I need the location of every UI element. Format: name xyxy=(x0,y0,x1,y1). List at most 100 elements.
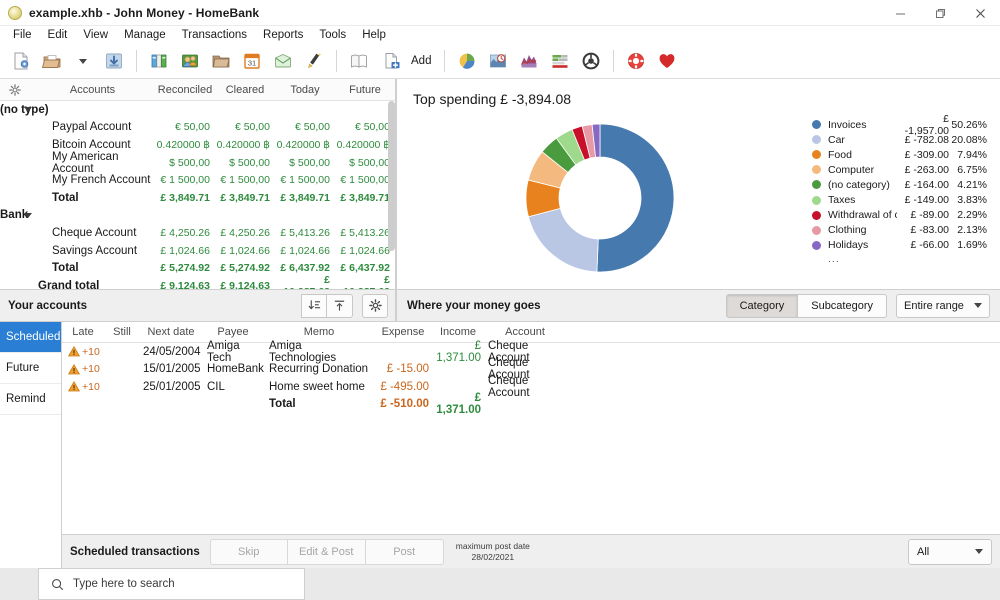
budget-button[interactable] xyxy=(268,46,298,76)
col-accounts[interactable]: Accounts xyxy=(30,84,155,96)
collapse-all-button[interactable] xyxy=(327,293,353,318)
balance-button[interactable] xyxy=(514,46,544,76)
account-row[interactable]: Savings Account £ 1,024.66 £ 1,024.66 £ 1,0… xyxy=(0,242,395,260)
column-settings-icon[interactable] xyxy=(0,83,30,96)
post-button[interactable]: Post xyxy=(365,538,444,565)
menu-view[interactable]: View xyxy=(75,28,116,42)
edit-and-post-button[interactable]: Edit & Post xyxy=(287,538,366,565)
col-next-date[interactable]: Next date xyxy=(140,326,202,338)
legend-row[interactable]: Invoices £ -1,957.00 50.26% xyxy=(812,113,987,137)
legend-amount: £ -83.00 xyxy=(910,224,949,237)
account-group-row[interactable]: (no type) xyxy=(0,101,395,119)
menu-tools[interactable]: Tools xyxy=(311,28,354,42)
legend-label: Taxes xyxy=(828,194,856,207)
account-row[interactable]: My American Account $ 500,00 $ 500,00 $ 500… xyxy=(0,151,395,175)
legend-amount: £ -309.00 xyxy=(904,148,949,161)
legend-row[interactable]: (no category) £ -164.00 4.21% xyxy=(812,177,987,192)
legend-row[interactable]: Computer £ -263.00 6.75% xyxy=(812,162,987,177)
show-ledger-button[interactable] xyxy=(344,46,374,76)
account-balance-3: $ 500,00 xyxy=(349,156,390,169)
help-button[interactable] xyxy=(621,46,651,76)
tab-remind[interactable]: Remind xyxy=(0,384,61,415)
legend-row[interactable]: Clothing £ -83.00 2.13% xyxy=(812,223,987,238)
total-value-3: £ 6,437.92 xyxy=(340,262,390,275)
col-reconciled[interactable]: Reconciled xyxy=(155,84,215,96)
accounts-button[interactable] xyxy=(144,46,174,76)
menu-manage[interactable]: Manage xyxy=(116,28,174,42)
budget-report-button[interactable] xyxy=(545,46,575,76)
legend-label: Invoices xyxy=(828,118,867,131)
legend-row[interactable]: Car £ -782.08 20.08% xyxy=(812,132,987,147)
accounts-scrollbar[interactable] xyxy=(388,101,395,281)
trend-time-button[interactable] xyxy=(483,46,513,76)
legend-row[interactable]: Withdrawal of cash £ -89.00 2.29% xyxy=(812,208,987,223)
pie-slice-1[interactable] xyxy=(527,207,599,273)
payees-button[interactable] xyxy=(175,46,205,76)
statistics-button[interactable] xyxy=(452,46,482,76)
minimize-button[interactable] xyxy=(880,0,920,26)
expander-triangle-icon[interactable] xyxy=(24,212,32,218)
range-select[interactable]: Entire range xyxy=(896,293,990,318)
add-transaction-button[interactable]: Add xyxy=(375,46,437,76)
assignments-button[interactable] xyxy=(299,46,329,76)
open-file-button[interactable] xyxy=(37,46,67,76)
account-group-row[interactable]: Bank xyxy=(0,207,395,225)
col-income[interactable]: Income xyxy=(432,326,484,338)
expander-triangle-icon[interactable] xyxy=(24,107,32,113)
menu-file[interactable]: File xyxy=(5,28,40,42)
menu-edit[interactable]: Edit xyxy=(40,28,76,42)
categories-button[interactable] xyxy=(206,46,236,76)
scheduled-filter-select[interactable]: All xyxy=(908,538,992,565)
tab-scheduled[interactable]: Scheduled xyxy=(0,322,61,353)
legend-color-swatch xyxy=(812,180,821,190)
account-balance-0: £ 4,250.26 xyxy=(160,226,210,239)
skip-button[interactable]: Skip xyxy=(209,538,288,565)
open-dropdown-caret-icon[interactable] xyxy=(68,46,98,76)
pie-slice-0[interactable] xyxy=(596,123,675,273)
new-file-button[interactable] xyxy=(6,46,36,76)
menu-transactions[interactable]: Transactions xyxy=(174,28,255,42)
scheduled-footer: Scheduled transactions Skip Edit & Post … xyxy=(62,534,1000,568)
account-row[interactable]: My French Account € 1 500,00 € 1 500,00 € 1… xyxy=(0,171,395,189)
search-icon xyxy=(52,578,64,590)
view-category-button[interactable]: Category xyxy=(725,293,799,318)
menu-reports[interactable]: Reports xyxy=(255,28,311,42)
legend-row[interactable]: Food £ -309.00 7.94% xyxy=(812,147,987,162)
donate-button[interactable] xyxy=(652,46,682,76)
col-payee[interactable]: Payee xyxy=(202,326,264,338)
col-memo[interactable]: Memo xyxy=(264,326,374,338)
taskbar-search-box[interactable]: Type here to search xyxy=(38,568,305,600)
col-account[interactable]: Account xyxy=(484,326,566,338)
col-today[interactable]: Today xyxy=(275,84,335,96)
account-balance-1: £ 1,024.66 xyxy=(220,244,270,257)
table-row[interactable]: +10 25/01/2005 CIL Home sweet home £ -495.00… xyxy=(62,375,1000,399)
col-cleared[interactable]: Cleared xyxy=(215,84,275,96)
menu-help[interactable]: Help xyxy=(354,28,394,42)
col-still[interactable]: Still xyxy=(104,326,140,338)
view-subcategory-button[interactable]: Subcategory xyxy=(798,293,887,318)
scheduled-rows: +10 24/05/2004 Amiga Tech Amiga Technologie… xyxy=(62,339,1000,416)
account-balance-3: 0.420000 ฿ xyxy=(336,138,390,151)
save-file-button[interactable] xyxy=(99,46,129,76)
close-button[interactable] xyxy=(960,0,1000,26)
restore-button[interactable] xyxy=(920,0,960,26)
expand-all-button[interactable] xyxy=(301,293,327,318)
account-row[interactable]: Cheque Account £ 4,250.26 £ 4,250.26 £ 5,41… xyxy=(0,224,395,242)
account-balance-2: £ 5,413.26 xyxy=(280,226,330,239)
tab-future[interactable]: Future xyxy=(0,353,61,384)
svg-text:31: 31 xyxy=(248,59,256,68)
col-expense[interactable]: Expense xyxy=(374,326,432,338)
legend-row[interactable]: Holidays £ -66.00 1.69% xyxy=(812,238,987,253)
account-group-total-row: Total £ 3,849.71 £ 3,849.71 £ 3,849.71 £ 3,8… xyxy=(0,189,395,207)
donut-chart[interactable] xyxy=(515,113,685,286)
cell-payee: Amiga Tech xyxy=(207,339,240,364)
account-balance-2: 0.420000 ฿ xyxy=(276,138,330,151)
account-row[interactable]: Paypal Account € 50,00 € 50,00 € 50,00 € 50,… xyxy=(0,119,395,137)
scheduled-button[interactable]: 31 xyxy=(237,46,267,76)
vehicle-cost-button[interactable] xyxy=(576,46,606,76)
col-late[interactable]: Late xyxy=(62,326,104,338)
accounts-footer: Your accounts xyxy=(0,289,395,321)
legend-row[interactable]: Taxes £ -149.00 3.83% xyxy=(812,192,987,207)
col-future[interactable]: Future xyxy=(335,84,395,96)
accounts-settings-button[interactable] xyxy=(362,293,388,318)
